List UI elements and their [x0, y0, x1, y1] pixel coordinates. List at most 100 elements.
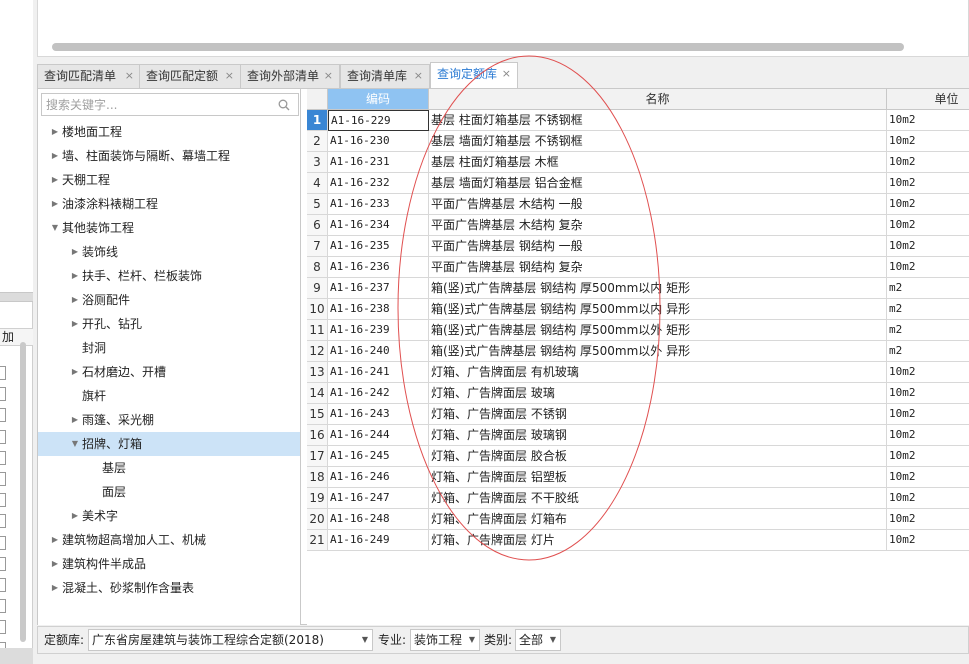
- unit-cell[interactable]: 10m2: [887, 488, 969, 509]
- table-row[interactable]: 9 A1-16-237 箱(竖)式广告牌基层 钢结构 厚500mm以内 矩形 m2: [307, 278, 969, 299]
- tree-item[interactable]: ▶ 扶手、栏杆、栏板装饰: [38, 264, 300, 288]
- collapsed-arrow-icon[interactable]: ▶: [50, 168, 60, 192]
- row-number-cell[interactable]: 2: [307, 131, 328, 152]
- tab-query-list-library[interactable]: 查询清单库 ×: [340, 64, 430, 88]
- row-number-cell[interactable]: 10: [307, 299, 328, 320]
- table-row[interactable]: 10 A1-16-238 箱(竖)式广告牌基层 钢结构 厚500mm以内 异形 m2: [307, 299, 969, 320]
- table-row[interactable]: 6 A1-16-234 平面广告牌基层 木结构 复杂 10m2: [307, 215, 969, 236]
- name-cell[interactable]: 平面广告牌基层 钢结构 一般: [429, 236, 887, 257]
- row-number-cell[interactable]: 7: [307, 236, 328, 257]
- table-row[interactable]: 8 A1-16-236 平面广告牌基层 钢结构 复杂 10m2: [307, 257, 969, 278]
- name-cell[interactable]: 平面广告牌基层 木结构 复杂: [429, 215, 887, 236]
- code-cell[interactable]: A1-16-230: [328, 131, 429, 152]
- row-number-cell[interactable]: 5: [307, 194, 328, 215]
- unit-cell[interactable]: 10m2: [887, 152, 969, 173]
- code-cell[interactable]: A1-16-240: [328, 341, 429, 362]
- code-cell[interactable]: A1-16-231: [328, 152, 429, 173]
- row-number-cell[interactable]: 15: [307, 404, 328, 425]
- left-panel-scrollbar[interactable]: [20, 342, 26, 642]
- tree-item[interactable]: 封洞: [38, 336, 300, 360]
- tree-item[interactable]: ▶ 天棚工程: [38, 168, 300, 192]
- table-row[interactable]: 4 A1-16-232 基层 墙面灯箱基层 铝合金框 10m2: [307, 173, 969, 194]
- row-number-cell[interactable]: 16: [307, 425, 328, 446]
- tree-item[interactable]: ▶ 油漆涂料裱糊工程: [38, 192, 300, 216]
- table-row[interactable]: 11 A1-16-239 箱(竖)式广告牌基层 钢结构 厚500mm以外 矩形 m2: [307, 320, 969, 341]
- row-number-cell[interactable]: 19: [307, 488, 328, 509]
- name-cell[interactable]: 灯箱、广告牌面层 玻璃钢: [429, 425, 887, 446]
- row-number-cell[interactable]: 18: [307, 467, 328, 488]
- unit-cell[interactable]: 10m2: [887, 425, 969, 446]
- close-icon[interactable]: ×: [324, 65, 333, 87]
- row-number-cell[interactable]: 6: [307, 215, 328, 236]
- code-cell[interactable]: A1-16-234: [328, 215, 429, 236]
- unit-cell[interactable]: 10m2: [887, 446, 969, 467]
- code-cell[interactable]: A1-16-238: [328, 299, 429, 320]
- column-header-name[interactable]: 名称: [429, 89, 887, 110]
- unit-cell[interactable]: 10m2: [887, 257, 969, 278]
- code-cell[interactable]: A1-16-229: [328, 110, 429, 131]
- table-row[interactable]: 5 A1-16-233 平面广告牌基层 木结构 一般 10m2: [307, 194, 969, 215]
- unit-cell[interactable]: 10m2: [887, 509, 969, 530]
- column-header-code[interactable]: 编码: [328, 89, 429, 110]
- expanded-arrow-icon[interactable]: ▼: [50, 216, 60, 240]
- tree-item[interactable]: 基层: [38, 456, 300, 480]
- unit-cell[interactable]: m2: [887, 299, 969, 320]
- code-cell[interactable]: A1-16-241: [328, 362, 429, 383]
- name-cell[interactable]: 平面广告牌基层 木结构 一般: [429, 194, 887, 215]
- tree-item[interactable]: ▶ 墙、柱面装饰与隔断、幕墙工程: [38, 144, 300, 168]
- tree-item[interactable]: ▶ 开孔、钻孔: [38, 312, 300, 336]
- collapsed-arrow-icon[interactable]: ▶: [50, 576, 60, 600]
- code-cell[interactable]: A1-16-233: [328, 194, 429, 215]
- name-cell[interactable]: 箱(竖)式广告牌基层 钢结构 厚500mm以内 异形: [429, 299, 887, 320]
- code-cell[interactable]: A1-16-237: [328, 278, 429, 299]
- name-cell[interactable]: 灯箱、广告牌面层 有机玻璃: [429, 362, 887, 383]
- row-number-cell[interactable]: 20: [307, 509, 328, 530]
- code-cell[interactable]: A1-16-248: [328, 509, 429, 530]
- table-row[interactable]: 3 A1-16-231 基层 柱面灯箱基层 木框 10m2: [307, 152, 969, 173]
- row-number-cell[interactable]: 14: [307, 383, 328, 404]
- collapsed-arrow-icon[interactable]: ▶: [70, 264, 80, 288]
- tree-item[interactable]: ▶ 建筑构件半成品: [38, 552, 300, 576]
- row-number-cell[interactable]: 13: [307, 362, 328, 383]
- close-icon[interactable]: ×: [125, 65, 134, 87]
- column-header-unit[interactable]: 单位: [887, 89, 969, 110]
- tree-item[interactable]: ▼ 其他装饰工程: [38, 216, 300, 240]
- unit-cell[interactable]: 10m2: [887, 404, 969, 425]
- unit-cell[interactable]: 10m2: [887, 530, 969, 551]
- name-cell[interactable]: 灯箱、广告牌面层 不锈钢: [429, 404, 887, 425]
- close-icon[interactable]: ×: [502, 63, 511, 85]
- name-cell[interactable]: 基层 墙面灯箱基层 不锈钢框: [429, 131, 887, 152]
- tree-item[interactable]: ▶ 装饰线: [38, 240, 300, 264]
- name-cell[interactable]: 箱(竖)式广告牌基层 钢结构 厚500mm以外 异形: [429, 341, 887, 362]
- tree-item[interactable]: ▶ 石材磨边、开槽: [38, 360, 300, 384]
- name-cell[interactable]: 灯箱、广告牌面层 不干胶纸: [429, 488, 887, 509]
- row-number-cell[interactable]: 17: [307, 446, 328, 467]
- collapsed-arrow-icon[interactable]: ▶: [50, 120, 60, 144]
- unit-cell[interactable]: 10m2: [887, 383, 969, 404]
- row-number-cell[interactable]: 4: [307, 173, 328, 194]
- row-number-cell[interactable]: 11: [307, 320, 328, 341]
- table-row[interactable]: 12 A1-16-240 箱(竖)式广告牌基层 钢结构 厚500mm以外 异形 m2: [307, 341, 969, 362]
- tab-query-external-list[interactable]: 查询外部清单 ×: [240, 64, 340, 88]
- tab-query-quota-library[interactable]: 查询定额库 ×: [430, 62, 518, 89]
- code-cell[interactable]: A1-16-243: [328, 404, 429, 425]
- unit-cell[interactable]: m2: [887, 320, 969, 341]
- collapsed-arrow-icon[interactable]: ▶: [70, 240, 80, 264]
- collapsed-arrow-icon[interactable]: ▶: [50, 144, 60, 168]
- table-row[interactable]: 18 A1-16-246 灯箱、广告牌面层 铝塑板 10m2: [307, 467, 969, 488]
- name-cell[interactable]: 灯箱、广告牌面层 灯箱布: [429, 509, 887, 530]
- table-row[interactable]: 17 A1-16-245 灯箱、广告牌面层 胶合板 10m2: [307, 446, 969, 467]
- unit-cell[interactable]: m2: [887, 341, 969, 362]
- code-cell[interactable]: A1-16-247: [328, 488, 429, 509]
- code-cell[interactable]: A1-16-232: [328, 173, 429, 194]
- tab-query-match-quota[interactable]: 查询匹配定额 ×: [139, 64, 241, 88]
- search-input[interactable]: [42, 94, 272, 115]
- name-cell[interactable]: 平面广告牌基层 钢结构 复杂: [429, 257, 887, 278]
- unit-cell[interactable]: 10m2: [887, 194, 969, 215]
- tree-item[interactable]: ▶ 楼地面工程: [38, 120, 300, 144]
- table-row[interactable]: 1 A1-16-229 基层 柱面灯箱基层 不锈钢框 10m2: [307, 110, 969, 131]
- row-number-cell[interactable]: 9: [307, 278, 328, 299]
- tree-item[interactable]: ▶ 雨篷、采光棚: [38, 408, 300, 432]
- quota-library-select[interactable]: 广东省房屋建筑与装饰工程综合定额(2018) ▼: [88, 629, 373, 651]
- code-cell[interactable]: A1-16-239: [328, 320, 429, 341]
